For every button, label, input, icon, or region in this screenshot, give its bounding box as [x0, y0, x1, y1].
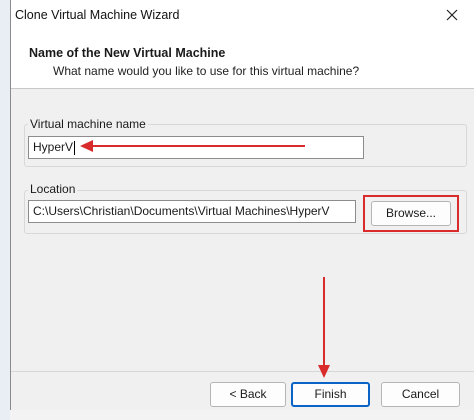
title-bar: Clone Virtual Machine Wizard — [11, 0, 474, 30]
footer-divider — [11, 371, 474, 372]
back-button[interactable]: < Back — [210, 382, 286, 407]
page-subtitle: What name would you like to use for this… — [53, 64, 360, 78]
page-title: Name of the New Virtual Machine — [29, 46, 226, 60]
background-app-strip — [0, 0, 10, 420]
location-label: Location — [28, 182, 78, 196]
location-value: C:\Users\Christian\Documents\Virtual Mac… — [33, 204, 330, 218]
window-title: Clone Virtual Machine Wizard — [15, 8, 180, 22]
vm-name-value: HyperV — [33, 140, 74, 154]
text-caret — [74, 140, 76, 155]
wizard-header: Name of the New Virtual Machine What nam… — [11, 30, 474, 89]
close-icon — [446, 9, 458, 21]
vm-name-input[interactable]: HyperV — [28, 136, 364, 159]
vm-name-label: Virtual machine name — [28, 117, 148, 131]
location-input[interactable]: C:\Users\Christian\Documents\Virtual Mac… — [28, 200, 356, 223]
browse-highlight-box — [363, 195, 459, 232]
cancel-button[interactable]: Cancel — [381, 382, 460, 407]
background-app-bottom — [10, 410, 474, 420]
finish-button[interactable]: Finish — [291, 382, 370, 407]
close-button[interactable] — [430, 0, 474, 30]
